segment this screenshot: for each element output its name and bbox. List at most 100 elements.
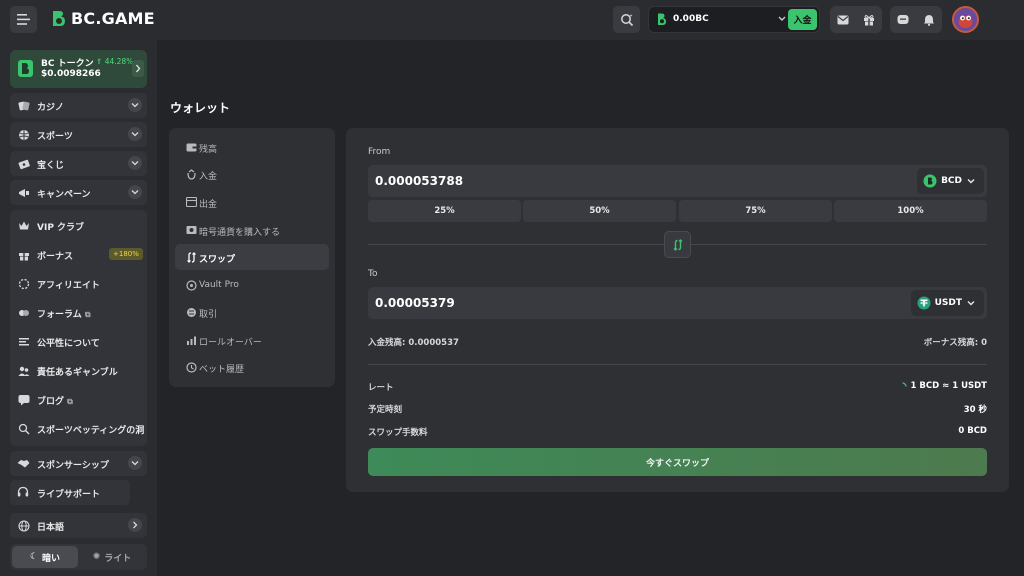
sidebar-item-sports-insights[interactable]: スポーツベッティングの洞 (10, 419, 147, 439)
wallet-menu-label: Vault Pro (199, 280, 239, 290)
theme-switcher: ☾ 暗い ✺ ライト (10, 544, 147, 570)
chevron-down-icon[interactable] (128, 98, 142, 112)
wallet-balance: 0.00BC (673, 14, 709, 24)
chevron-down-icon[interactable] (128, 456, 142, 470)
wallet-menu-transactions[interactable]: 取引 (175, 299, 329, 325)
chevron-down-icon[interactable] (777, 12, 787, 26)
search-button[interactable] (613, 6, 640, 33)
sidebar-item-sponsorship[interactable]: スポンサーシップ (10, 451, 147, 476)
bc-token-card[interactable]: BC トークン ⇑ 44.28% $0.0098266 (10, 50, 147, 88)
wallet-menu-vault-pro[interactable]: Vault Pro (175, 272, 329, 298)
bell-icon[interactable] (923, 14, 935, 26)
mail-icon[interactable] (837, 15, 849, 25)
wallet-menu-label: 取引 (199, 310, 218, 320)
wallet-menu-label: 暗号通貨を購入する (199, 228, 281, 238)
wallet-icon (185, 141, 197, 153)
user-avatar[interactable] (952, 6, 979, 33)
swap-now-button[interactable]: 今すぐスワップ (368, 448, 987, 476)
sidebar-item-vip[interactable]: VIP クラブ (10, 216, 147, 236)
insight-icon (17, 422, 30, 435)
percent-75-button[interactable]: 75% (679, 200, 832, 222)
deposit-button[interactable]: 入金 (788, 9, 817, 30)
chevron-right-icon (136, 64, 141, 73)
sidebar-item-label: ブログ ⧉ (37, 397, 73, 407)
rate-value: 1 BCD ≈ 1 USDT (898, 381, 987, 391)
from-currency-name: BCD (941, 176, 962, 186)
chevron-down-icon (967, 301, 975, 306)
sidebar-item-label: フォーラム ⧉ (37, 310, 91, 320)
crown-icon (17, 219, 30, 232)
reverse-swap-button[interactable] (664, 231, 691, 258)
from-amount-field[interactable]: 0.000053788 BCD (368, 165, 987, 197)
moon-icon: ☾ (29, 552, 39, 562)
site-logo[interactable]: BC.GAME (50, 9, 155, 28)
sidebar-item-responsible[interactable]: 責任あるギャンブル (10, 361, 147, 381)
token-change-value: 44.28% (104, 57, 134, 66)
token-details-button[interactable] (132, 60, 144, 77)
percent-50-button[interactable]: 50% (523, 200, 676, 222)
chevron-down-icon[interactable] (128, 127, 142, 141)
theme-dark-button[interactable]: ☾ 暗い (12, 546, 78, 568)
trend-up-icon: ⇑ (96, 57, 103, 66)
sidebar-item-lottery[interactable]: 宝くじ (10, 151, 147, 176)
bc-token-icon (18, 60, 33, 77)
sidebar-item-blog[interactable]: ブログ ⧉ (10, 390, 147, 410)
sidebar-item-casino[interactable]: カジノ (10, 93, 147, 118)
menu-toggle-button[interactable] (10, 6, 37, 33)
sidebar-item-label: キャンペーン (37, 190, 91, 200)
sidebar-item-forum[interactable]: フォーラム ⧉ (10, 303, 147, 323)
sidebar-item-fairness[interactable]: 公平性について (10, 332, 147, 352)
sidebar-item-label: VIP クラブ (37, 223, 85, 233)
buy-crypto-icon (185, 224, 197, 236)
sidebar-item-label: ボーナス (37, 252, 74, 262)
swap-panel: From 0.000053788 BCD 25% 50% 75% 100% To… (346, 128, 1009, 492)
gift-icon[interactable] (863, 14, 875, 26)
wallet-menu-bet-history[interactable]: ベット履歴 (175, 354, 329, 380)
bc-logo-icon (53, 10, 65, 26)
wallet-menu-withdraw[interactable]: 出金 (175, 189, 329, 215)
page-title: ウォレット (170, 101, 231, 115)
percent-25-button[interactable]: 25% (368, 200, 521, 222)
wallet-menu-label: 出金 (199, 200, 218, 210)
theme-light-button[interactable]: ✺ ライト (79, 546, 145, 568)
sidebar-item-sports[interactable]: スポーツ (10, 122, 147, 147)
sidebar-item-label: 公平性について (37, 339, 100, 349)
wallet-balance-selector[interactable]: 0.00BC 入金 (648, 6, 820, 33)
sidebar-item-label: アフィリエイト (37, 281, 100, 291)
bonus-badge: +180% (109, 248, 143, 260)
wallet-menu-deposit[interactable]: 入金 (175, 161, 329, 187)
sidebar-item-label: スポンサーシップ (37, 461, 109, 471)
from-label: From (368, 147, 391, 157)
wallet-menu-swap[interactable]: スワップ (175, 244, 329, 270)
language-selector[interactable]: 日本語 (10, 513, 147, 538)
external-link-icon: ⧉ (84, 310, 91, 319)
globe-icon (17, 519, 30, 532)
chevron-down-icon[interactable] (128, 185, 142, 199)
to-currency-select[interactable]: USDT (910, 290, 984, 316)
details-divider (368, 364, 987, 365)
chat-icon[interactable] (897, 14, 909, 26)
wallet-menu-buy-crypto[interactable]: 暗号通貨を購入する (175, 217, 329, 243)
live-support-button[interactable]: ライブサポート (10, 480, 130, 505)
sidebar-item-bonus[interactable]: ボーナス +180% (10, 245, 147, 265)
sidebar-item-campaign[interactable]: キャンペーン (10, 180, 147, 205)
from-currency-select[interactable]: BCD (917, 168, 984, 194)
to-amount-field[interactable]: 0.00005379 USDT (368, 287, 987, 319)
rate-value-text: 1 BCD ≈ 1 USDT (910, 381, 987, 391)
wallet-menu-rollover[interactable]: ロールオーバー (175, 327, 329, 353)
forum-icon (17, 306, 30, 319)
live-support-label: ライブサポート (37, 490, 101, 500)
sidebar: BC トークン ⇑ 44.28% $0.0098266 カジノ スポーツ 宝くじ… (0, 40, 157, 576)
wallet-menu-balance[interactable]: 残高 (175, 134, 329, 160)
sidebar-item-affiliate[interactable]: アフィリエイト (10, 274, 147, 294)
fee-value: 0 BCD (958, 426, 987, 436)
swap-direction-icon (673, 238, 682, 251)
chevron-down-icon[interactable] (128, 156, 142, 170)
top-header: BC.GAME 0.00BC 入金 (0, 0, 1024, 40)
external-link-icon: ⧉ (67, 397, 73, 406)
header-tools-group (830, 6, 882, 33)
percent-100-button[interactable]: 100% (834, 200, 987, 222)
vault-icon (185, 279, 197, 291)
deposit-icon (185, 168, 197, 180)
chevron-right-icon (128, 518, 142, 532)
